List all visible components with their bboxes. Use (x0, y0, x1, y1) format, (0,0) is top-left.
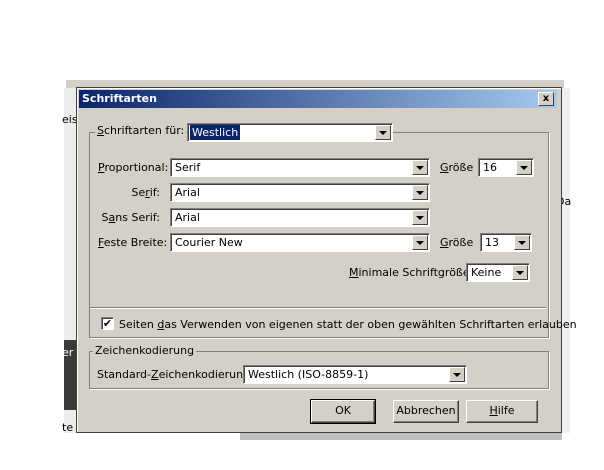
close-icon: x (542, 93, 550, 104)
chevron-down-icon (412, 235, 428, 250)
default-encoding-select[interactable]: Westlich (ISO-8859-1) (243, 365, 467, 384)
fonts-dialog: Schriftarten x Schriftarten für: Westlic… (76, 87, 577, 433)
chevron-down-icon (412, 185, 428, 200)
proportional-size-select[interactable]: 16 (478, 158, 534, 177)
separator-line (90, 307, 546, 308)
close-button[interactable]: x (538, 92, 554, 106)
chevron-down-icon (449, 367, 465, 382)
allow-page-fonts-label[interactable]: Seiten das Verwenden von eigenen statt d… (119, 318, 577, 331)
default-encoding-value: Westlich (ISO-8859-1) (248, 368, 369, 381)
chevron-down-icon (412, 210, 428, 225)
fixed-size-select[interactable]: 13 (480, 233, 532, 252)
sans-serif-label: Sans Serif: (101, 211, 160, 224)
background-left-text-bottom: te (62, 421, 74, 434)
title-bar[interactable]: Schriftarten x (79, 90, 557, 108)
fixed-width-label: Feste Breite: (98, 236, 168, 249)
chevron-down-icon (412, 160, 428, 175)
default-encoding-label: Standard-Zeichenkodierung: (97, 368, 254, 381)
encoding-group-label: Zeichenkodierung (93, 344, 197, 357)
proportional-size-label: Größe (440, 161, 474, 174)
fonts-for-label: Schriftarten für: (95, 124, 187, 137)
proportional-label: Proportional: (98, 161, 169, 174)
fixed-size-value: 13 (485, 236, 499, 249)
proportional-value: Serif (175, 161, 201, 174)
chevron-down-icon (512, 265, 528, 280)
chevron-down-icon (514, 235, 530, 250)
background-bottom-strip (240, 432, 562, 440)
charset-select-value: Westlich (190, 125, 241, 140)
serif-select[interactable]: Arial (170, 183, 430, 202)
min-font-size-value: Keine (471, 266, 502, 279)
allow-page-fonts-checkbox[interactable]: ✔ (101, 317, 114, 330)
fixed-width-value: Courier New (175, 236, 243, 249)
min-font-size-select[interactable]: Keine (466, 263, 530, 282)
ok-button[interactable]: OK (310, 399, 376, 424)
dialog-title: Schriftarten (82, 92, 157, 105)
serif-label: Serif: (131, 186, 160, 199)
chevron-down-icon (375, 125, 391, 140)
sans-serif-value: Arial (175, 211, 200, 224)
proportional-select[interactable]: Serif (170, 158, 430, 177)
checkmark-icon: ✔ (102, 317, 113, 330)
min-font-size-label: Minimale Schriftgröße: (349, 266, 474, 279)
fixed-size-label: Größe (440, 236, 474, 249)
charset-select[interactable]: Westlich (187, 123, 393, 142)
proportional-size-value: 16 (483, 161, 497, 174)
cancel-button[interactable]: Abbrechen (393, 400, 459, 423)
chevron-down-icon (516, 160, 532, 175)
background-left-text-mid: er (62, 346, 74, 359)
sans-serif-select[interactable]: Arial (170, 208, 430, 227)
serif-value: Arial (175, 186, 200, 199)
fixed-width-select[interactable]: Courier New (170, 233, 430, 252)
help-button[interactable]: Hilfe (466, 400, 538, 423)
